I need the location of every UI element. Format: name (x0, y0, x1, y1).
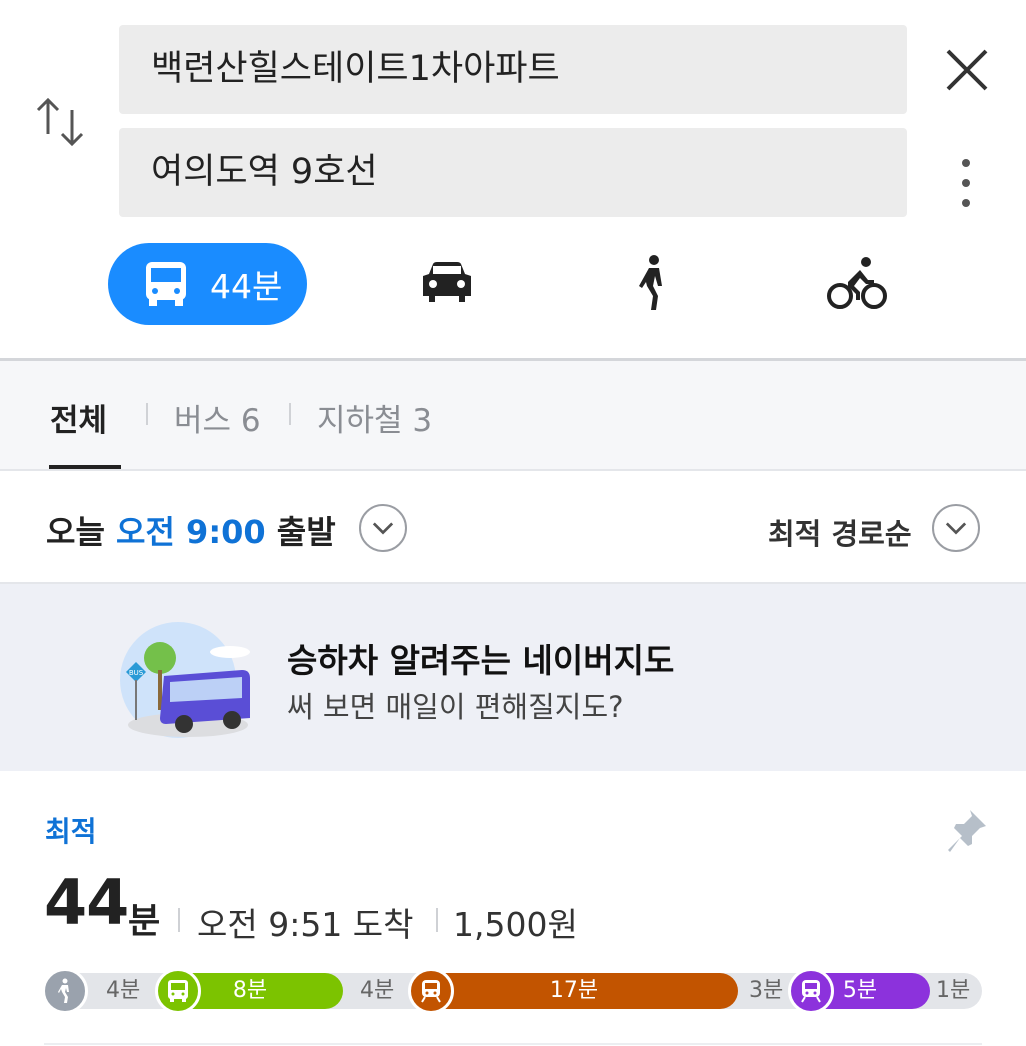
tab-subway[interactable]: 지하철 3 (317, 395, 432, 440)
bus-illustration-icon: BUS (120, 622, 250, 738)
bus-icon (146, 262, 186, 306)
chevron-down-icon[interactable] (359, 504, 407, 552)
tab-divider (289, 403, 291, 425)
banner-subtitle: 써 보면 매일이 편해질지도? (287, 690, 624, 724)
arrival-time: 오전 9:51 도착 (197, 905, 414, 944)
route-duration-unit: 분 (128, 902, 161, 942)
origin-input[interactable]: 백련산힐스테이트1차아파트 (119, 25, 907, 114)
tab-all[interactable]: 전체 (50, 395, 107, 440)
departure-suffix: 출발 (276, 513, 336, 551)
chevron-down-icon[interactable] (932, 504, 980, 552)
departure-row: 오늘 오전 9:00 출발 최적 경로순 (0, 471, 1026, 582)
info-divider (178, 908, 180, 932)
departure-prefix: 오늘 (46, 513, 105, 551)
walk-segment-label: 4분 (360, 978, 395, 1003)
subway-icon (408, 968, 454, 1014)
walk-segment-label: 4분 (106, 978, 141, 1003)
subway-icon (788, 968, 834, 1014)
route-segment-bar[interactable]: 4분 8분 4분 17분 3분 5분 1분 (42, 968, 982, 1014)
subway-segment: 17분 (410, 973, 738, 1009)
tab-divider (146, 403, 148, 425)
bus-icon (155, 968, 201, 1014)
banner-title: 승하차 알려주는 네이버지도 (287, 641, 675, 680)
walk-segment-label: 3분 (749, 978, 784, 1003)
promo-banner[interactable]: BUS 승하차 알려주는 네이버지도 써 보면 매일이 편해질지도? (0, 582, 1026, 771)
transit-duration: 44분 (210, 267, 283, 306)
best-route-tag: 최적 (45, 815, 97, 848)
subway-segment-label: 5분 (842, 978, 878, 1003)
divider (44, 1043, 982, 1045)
walk-icon (42, 968, 88, 1014)
close-icon[interactable] (942, 45, 992, 95)
destination-input[interactable]: 여의도역 9호선 (119, 128, 907, 217)
sort-label[interactable]: 최적 경로순 (768, 511, 912, 553)
car-icon[interactable] (415, 252, 479, 316)
fare: 1,500원 (453, 905, 578, 944)
departure-clock: 오전 9:00 (116, 513, 266, 551)
mode-transit-button[interactable]: 44분 (108, 243, 307, 325)
tab-bus[interactable]: 버스 6 (174, 395, 261, 440)
subway-segment-label: 17분 (549, 978, 599, 1003)
bus-stop-sign: BUS (129, 669, 144, 677)
route-duration-number: 44 (44, 866, 129, 939)
bus-segment-label: 8분 (232, 978, 268, 1003)
route-filter-tabs: 전체 버스 6 지하철 3 (0, 361, 1026, 470)
swap-icon[interactable] (34, 94, 86, 150)
more-vertical-icon[interactable] (952, 155, 980, 211)
walk-icon[interactable] (622, 252, 686, 316)
walk-segment-label: 1분 (936, 978, 971, 1003)
pin-icon[interactable] (946, 806, 988, 856)
info-divider (436, 908, 438, 932)
departure-time[interactable]: 오늘 오전 9:00 출발 (46, 507, 336, 553)
bike-icon[interactable] (826, 252, 890, 316)
